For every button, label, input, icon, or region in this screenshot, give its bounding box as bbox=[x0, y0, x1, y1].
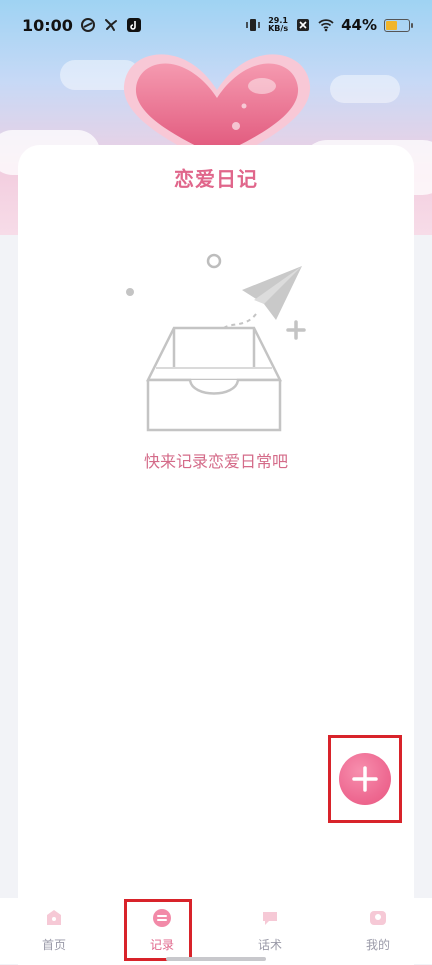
page-title: 恋爱日记 bbox=[174, 167, 258, 191]
status-bar: 10:00 29.1 KB/s 44% bbox=[0, 0, 432, 50]
empty-inbox-illustration bbox=[126, 253, 306, 432]
add-entry-highlight bbox=[328, 735, 402, 823]
tab-scripts[interactable]: 话术 bbox=[216, 898, 324, 964]
status-time: 10:00 bbox=[22, 15, 73, 35]
diary-card: 恋爱日记 快来记录恋爱日常吧 bbox=[18, 145, 414, 965]
app-notification-icon bbox=[80, 18, 95, 32]
tiktok-icon bbox=[126, 18, 141, 32]
plus-icon bbox=[352, 766, 378, 792]
battery-percent: 44% bbox=[341, 16, 377, 34]
add-entry-button[interactable] bbox=[339, 753, 391, 805]
sim-off-icon bbox=[297, 19, 310, 31]
tab-label: 我的 bbox=[365, 938, 390, 952]
vibrate-icon bbox=[246, 19, 260, 31]
chat-icon bbox=[263, 912, 277, 925]
profile-icon bbox=[370, 911, 386, 925]
battery-icon bbox=[384, 18, 413, 32]
cloud-decoration bbox=[330, 75, 400, 103]
network-speed: 29.1 KB/s bbox=[268, 17, 288, 33]
tab-label: 话术 bbox=[257, 938, 282, 952]
bottom-tab-bar: 首页 记录 话术 我的 bbox=[0, 898, 432, 964]
record-tab-highlight bbox=[124, 899, 192, 961]
home-icon bbox=[47, 910, 61, 925]
tab-home[interactable]: 首页 bbox=[0, 898, 108, 964]
tab-label: 首页 bbox=[41, 938, 66, 952]
fan-icon bbox=[104, 19, 117, 31]
wifi-icon bbox=[318, 19, 334, 32]
tab-profile[interactable]: 我的 bbox=[324, 898, 432, 964]
empty-state-message: 快来记录恋爱日常吧 bbox=[143, 452, 288, 471]
network-speed-unit: KB/s bbox=[268, 24, 289, 33]
battery-level bbox=[386, 20, 397, 30]
home-indicator[interactable] bbox=[166, 957, 266, 961]
